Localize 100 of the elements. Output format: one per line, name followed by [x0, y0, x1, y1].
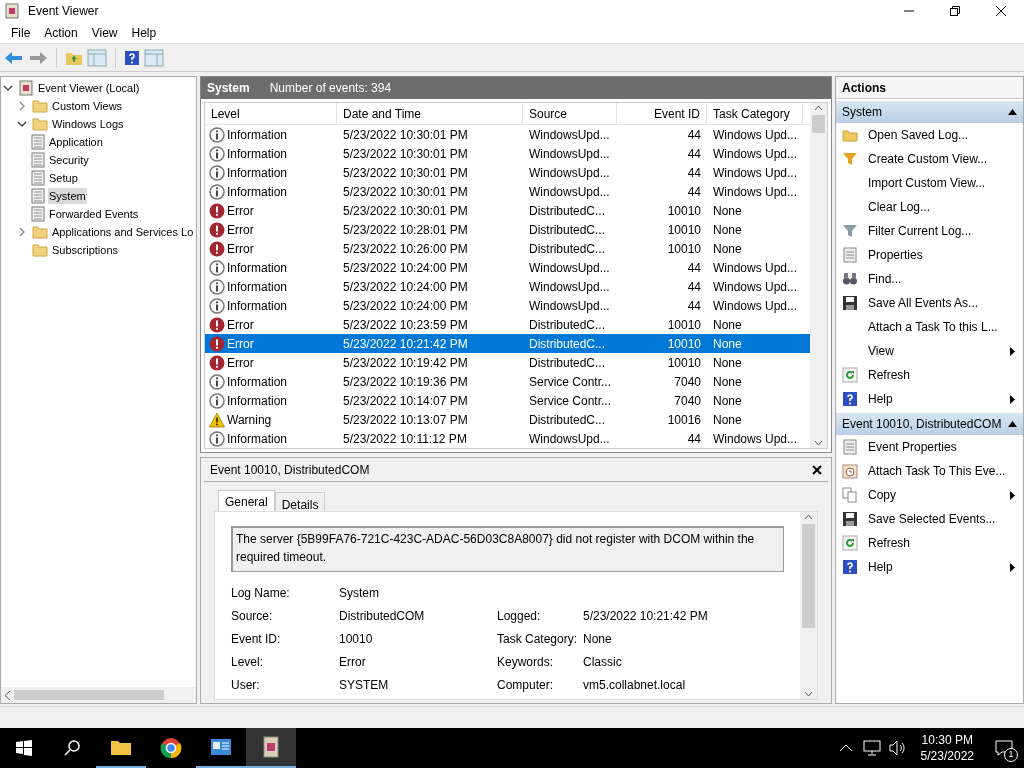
network-icon[interactable]: [862, 740, 881, 756]
horizontal-scrollbar[interactable]: [1, 687, 196, 703]
field-value: vm5.collabnet.local: [583, 677, 687, 694]
command-link[interactable]: Attach a Task To this L...: [868, 318, 998, 336]
column-header[interactable]: Source: [523, 103, 617, 124]
command-link[interactable]: Save Selected Events...: [868, 510, 996, 528]
level-cell-text: Information: [227, 392, 288, 410]
scrollbar-thumb[interactable]: [802, 524, 815, 628]
scroll-left-icon[interactable]: [5, 690, 10, 700]
scroll-up-icon[interactable]: [814, 105, 823, 111]
date-cell-text: 5/23/2022 10:11:12 PM: [342, 430, 468, 448]
collapse-chevron-icon[interactable]: [3, 83, 15, 93]
command-link[interactable]: Copy: [868, 486, 896, 504]
tree-item[interactable]: Forwarded Events: [48, 205, 140, 223]
menu-item[interactable]: View: [84, 23, 125, 42]
command-link[interactable]: Help: [868, 558, 893, 576]
menu-item[interactable]: Help: [124, 23, 164, 42]
help-icon[interactable]: [124, 49, 140, 66]
event-row[interactable]: Information 5/23/2022 10:11:12 PM WindowsUpd... 44 Windows Upd...: [205, 429, 810, 448]
pane-toggle-icon[interactable]: [87, 48, 107, 67]
command-link[interactable]: Refresh: [868, 534, 911, 552]
menu-item[interactable]: File: [4, 23, 38, 42]
tree-item[interactable]: Subscriptions: [51, 241, 120, 259]
vertical-scrollbar[interactable]: [810, 103, 827, 448]
event-row[interactable]: Error 5/23/2022 10:19:42 PM DistributedC... 10010 None: [205, 353, 810, 372]
clock-date[interactable]: 5/23/2022: [920, 748, 974, 764]
event-row[interactable]: Information 5/23/2022 10:30:01 PM WindowsUpd... 44 Windows Upd...: [205, 125, 810, 144]
tree-item[interactable]: Applications and Services Lo: [51, 223, 195, 241]
event-id-cell-text: 10010: [666, 335, 702, 353]
level-cell-text: Information: [227, 126, 288, 144]
event-row[interactable]: Warning 5/23/2022 10:13:07 PM DistributedC... 10016 None: [205, 410, 810, 429]
command-link[interactable]: Find...: [868, 270, 902, 288]
command-link[interactable]: View: [868, 342, 894, 360]
command-link[interactable]: Open Saved Log...: [868, 126, 969, 144]
event-row[interactable]: Information 5/23/2022 10:24:00 PM WindowsUpd... 44 Windows Upd...: [205, 277, 810, 296]
source-cell-text: DistributedC...: [528, 335, 607, 353]
task-category-cell-text: Windows Upd...: [712, 297, 799, 315]
event-row[interactable]: Information 5/23/2022 10:19:36 PM Service Contr... 7040 None: [205, 372, 810, 391]
scroll-down-icon[interactable]: [804, 691, 813, 697]
column-header[interactable]: Date and Time: [337, 103, 523, 124]
event-row[interactable]: Information 5/23/2022 10:30:01 PM WindowsUpd... 44 Windows Upd...: [205, 163, 810, 182]
speaker-icon[interactable]: [888, 740, 907, 756]
tree-item[interactable]: Event Viewer (Local): [37, 79, 141, 97]
command-link[interactable]: Filter Current Log...: [868, 222, 972, 240]
event-row[interactable]: Error 5/23/2022 10:28:01 PM DistributedC... 10010 None: [205, 220, 810, 239]
command-link[interactable]: Event Properties: [868, 438, 957, 456]
command-link[interactable]: Attach Task To This Eve...: [868, 462, 1006, 480]
task-category-cell-text: None: [712, 316, 743, 334]
event-row[interactable]: Information 5/23/2022 10:30:01 PM WindowsUpd... 44 Windows Upd...: [205, 144, 810, 163]
tree-item[interactable]: Security: [48, 151, 90, 169]
command-link[interactable]: Refresh: [868, 366, 911, 384]
event-row[interactable]: Error 5/23/2022 10:21:42 PM DistributedC... 10010 None: [205, 334, 810, 353]
column-header[interactable]: Task Category: [707, 103, 803, 124]
tree-item[interactable]: Custom Views: [51, 97, 124, 115]
tree-item[interactable]: Application: [48, 133, 104, 151]
event-row[interactable]: Error 5/23/2022 10:26:00 PM DistributedC... 10010 None: [205, 239, 810, 258]
log-title: System: [207, 80, 250, 97]
notification-count: 1: [1004, 748, 1018, 762]
command-link[interactable]: Save All Events As...: [868, 294, 979, 312]
tab[interactable]: Details: [274, 492, 326, 512]
tree-item[interactable]: Setup: [48, 169, 79, 187]
column-header[interactable]: Level: [205, 103, 337, 124]
scroll-down-icon[interactable]: [814, 440, 823, 446]
event-row[interactable]: Error 5/23/2022 10:30:01 PM DistributedC... 10010 None: [205, 201, 810, 220]
event-row[interactable]: Information 5/23/2022 10:14:07 PM Service Contr... 7040 None: [205, 391, 810, 410]
event-row[interactable]: Information 5/23/2022 10:24:00 PM WindowsUpd... 44 Windows Upd...: [205, 296, 810, 315]
command-link[interactable]: Create Custom View...: [868, 150, 988, 168]
tree-item[interactable]: Windows Logs: [51, 115, 125, 133]
level-cell-text: Information: [227, 297, 288, 315]
event-row[interactable]: Information 5/23/2022 10:30:01 PM WindowsUpd... 44 Windows Upd...: [205, 182, 810, 201]
collapse-triangle-icon[interactable]: [1008, 109, 1017, 115]
chevron-up-icon[interactable]: [838, 744, 853, 752]
command-link[interactable]: Clear Log...: [868, 198, 931, 216]
section-header[interactable]: System: [836, 101, 1023, 123]
event-id-cell-text: 44: [686, 164, 702, 182]
command-link[interactable]: Import Custom View...: [868, 174, 986, 192]
event-viewer-icon[interactable]: [246, 728, 296, 768]
event-row[interactable]: Information 5/23/2022 10:24:00 PM WindowsUpd... 44 Windows Upd...: [205, 258, 810, 277]
notification-icon[interactable]: [995, 740, 1013, 756]
column-header[interactable]: Event ID: [617, 103, 707, 124]
back-arrow-icon[interactable]: [4, 49, 24, 66]
collapse-triangle-icon[interactable]: [1008, 421, 1017, 427]
collapse-chevron-icon[interactable]: [17, 119, 29, 129]
command-link[interactable]: Properties: [868, 246, 923, 264]
task-category-cell-text: None: [712, 392, 743, 410]
section-header[interactable]: Event 10010, DistributedCOM: [836, 413, 1023, 435]
scrollbar-thumb[interactable]: [14, 690, 164, 700]
tree-item[interactable]: System: [48, 187, 87, 205]
pane-toggle-icon[interactable]: [144, 48, 164, 67]
tab[interactable]: General: [218, 490, 275, 512]
close-icon[interactable]: [812, 464, 822, 475]
vertical-scrollbar[interactable]: [800, 512, 817, 699]
scroll-up-icon[interactable]: [804, 514, 813, 520]
clock-time[interactable]: 10:30 PM: [921, 732, 973, 748]
event-row[interactable]: Error 5/23/2022 10:23:59 PM DistributedC... 10010 None: [205, 315, 810, 334]
menu-item[interactable]: Action: [37, 23, 85, 42]
command-link[interactable]: Help: [868, 390, 893, 408]
log-icon: [31, 170, 45, 186]
scrollbar-thumb[interactable]: [812, 115, 825, 133]
event-id-cell-text: 44: [686, 145, 702, 163]
